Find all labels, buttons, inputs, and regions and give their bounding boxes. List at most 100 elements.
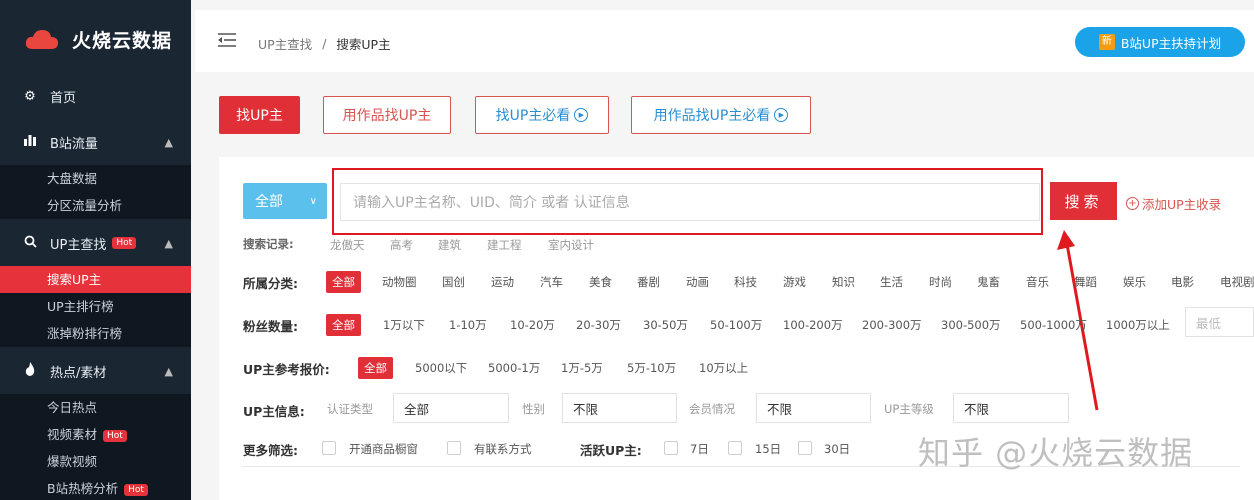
history-item[interactable]: 建工程 xyxy=(487,237,522,253)
select-value: 不限 xyxy=(573,401,599,417)
category-option[interactable]: 动物圈 xyxy=(382,274,417,290)
fans-option[interactable]: 500-1000万 xyxy=(1020,317,1087,333)
app-logo[interactable]: 火烧云数据 xyxy=(0,0,191,78)
category-option[interactable]: 游戏 xyxy=(783,274,806,290)
category-option[interactable]: 生活 xyxy=(880,274,903,290)
gender-select[interactable]: 不限 xyxy=(562,393,677,423)
fans-min-input[interactable]: 最低 xyxy=(1185,307,1254,337)
sidebar-item-home[interactable]: ⚙ 首页 xyxy=(0,76,191,116)
price-option[interactable]: 5万-10万 xyxy=(627,360,676,376)
category-option[interactable]: 全部 xyxy=(326,271,361,293)
category-option[interactable]: 运动 xyxy=(491,274,514,290)
chevron-up-icon: ▲ xyxy=(164,236,173,250)
checkbox-label: 有联系方式 xyxy=(474,442,532,456)
history-item[interactable]: 建筑 xyxy=(438,237,461,253)
hot-badge: Hot xyxy=(112,237,137,249)
active-7d-checkbox[interactable] xyxy=(664,441,678,455)
tab-find-up-by-works[interactable]: 用作品找UP主 xyxy=(323,96,451,134)
category-option[interactable]: 美食 xyxy=(589,274,612,290)
category-option[interactable]: 鬼畜 xyxy=(977,274,1000,290)
fans-option[interactable]: 1-10万 xyxy=(449,317,487,333)
collapse-menu-icon[interactable] xyxy=(218,33,236,50)
history-item[interactable]: 高考 xyxy=(390,237,413,253)
fans-option[interactable]: 20-30万 xyxy=(576,317,621,333)
chevron-up-icon: ▲ xyxy=(164,135,173,149)
category-option[interactable]: 音乐 xyxy=(1026,274,1049,290)
sidebar-item-search-up[interactable]: 搜索UP主 xyxy=(0,266,191,293)
info-field-label: 会员情况 xyxy=(689,402,735,416)
fans-option[interactable]: 300-500万 xyxy=(941,317,1001,333)
category-option[interactable]: 汽车 xyxy=(540,274,563,290)
tab-find-up[interactable]: 找UP主 xyxy=(219,96,300,134)
select-value: 不限 xyxy=(964,401,990,417)
sidebar-submenu-up-search: 搜索UP主 UP主排行榜 涨掉粉排行榜 xyxy=(0,266,191,347)
category-option[interactable]: 舞蹈 xyxy=(1074,274,1097,290)
category-option[interactable]: 科技 xyxy=(734,274,757,290)
history-item[interactable]: 龙傲天 xyxy=(330,237,365,253)
sidebar-group-hotspot[interactable]: 热点/素材 ▲ xyxy=(0,351,191,391)
sidebar-group-up-search[interactable]: UP主查找 Hot ▲ xyxy=(0,223,191,263)
flame-icon xyxy=(22,362,38,380)
sidebar-item-hot-list-analysis[interactable]: B站热榜分析 Hot xyxy=(0,475,191,500)
checkbox-label: 7日 xyxy=(690,442,709,456)
breadcrumb-separator: / xyxy=(322,36,327,51)
fans-option[interactable]: 50-100万 xyxy=(710,317,762,333)
sidebar: 火烧云数据 ⚙ 首页 B站流量 ▲ 大盘数据 分区流量分析 UP主查找 Hot … xyxy=(0,0,191,500)
price-option[interactable]: 10万以上 xyxy=(699,360,748,376)
fans-option[interactable]: 30-50万 xyxy=(643,317,688,333)
tab-label: 用作品找UP主必看 xyxy=(653,108,771,124)
member-select[interactable]: 不限 xyxy=(756,393,871,423)
sidebar-group-label: UP主查找 xyxy=(50,237,107,253)
category-option[interactable]: 动画 xyxy=(686,274,709,290)
window-checkbox[interactable] xyxy=(322,441,336,455)
search-button[interactable]: 搜索 xyxy=(1050,182,1117,220)
fans-option[interactable]: 10-20万 xyxy=(510,317,555,333)
sidebar-item-label: 视频素材 xyxy=(47,427,98,442)
category-option[interactable]: 时尚 xyxy=(929,274,952,290)
sidebar-item-up-ranking[interactable]: UP主排行榜 xyxy=(0,293,191,320)
history-item[interactable]: 室内设计 xyxy=(548,237,594,253)
tab-find-up-by-works-guide[interactable]: 用作品找UP主必看 ▶ xyxy=(631,96,811,134)
category-option[interactable]: 番剧 xyxy=(637,274,660,290)
sidebar-item-video-material[interactable]: 视频素材 Hot xyxy=(0,421,191,448)
fans-option[interactable]: 1万以下 xyxy=(383,317,425,333)
price-option[interactable]: 5000以下 xyxy=(415,360,467,376)
chevron-up-icon: ▲ xyxy=(164,364,173,378)
fans-option[interactable]: 全部 xyxy=(326,314,361,336)
category-option[interactable]: 娱乐 xyxy=(1123,274,1146,290)
sidebar-group-label: B站流量 xyxy=(50,136,98,152)
category-option[interactable]: 国创 xyxy=(442,274,465,290)
category-label: 所属分类: xyxy=(243,276,298,291)
info-field-label: 认证类型 xyxy=(327,402,373,416)
active-15d-checkbox[interactable] xyxy=(728,441,742,455)
fans-option[interactable]: 100-200万 xyxy=(783,317,843,333)
price-option[interactable]: 全部 xyxy=(358,357,393,379)
fans-option[interactable]: 200-300万 xyxy=(862,317,922,333)
contact-checkbox[interactable] xyxy=(447,441,461,455)
price-option[interactable]: 5000-1万 xyxy=(488,360,540,376)
add-up-link[interactable]: + 添加UP主收录 xyxy=(1126,194,1221,213)
sidebar-item-today-hot[interactable]: 今日热点 xyxy=(0,394,191,421)
cert-type-select[interactable]: 全部 xyxy=(393,393,509,423)
add-link-label: 添加UP主收录 xyxy=(1142,197,1222,212)
search-scope-select[interactable]: 全部 ∨ xyxy=(243,183,327,219)
fans-option[interactable]: 1000万以上 xyxy=(1106,317,1170,333)
category-option[interactable]: 知识 xyxy=(832,274,855,290)
tab-find-up-guide[interactable]: 找UP主必看 ▶ xyxy=(475,96,609,134)
fans-label: 粉丝数量: xyxy=(243,319,298,334)
tab-label: 找UP主 xyxy=(236,108,283,124)
sidebar-item-viral-video[interactable]: 爆款视频 xyxy=(0,448,191,475)
sidebar-item-fans-ranking[interactable]: 涨掉粉排行榜 xyxy=(0,320,191,347)
category-option[interactable]: 电影 xyxy=(1171,274,1194,290)
active-30d-checkbox[interactable] xyxy=(798,441,812,455)
sidebar-item-zone-analysis[interactable]: 分区流量分析 xyxy=(0,192,191,219)
category-option[interactable]: 电视剧 xyxy=(1220,274,1254,290)
up-level-select[interactable]: 不限 xyxy=(953,393,1069,423)
breadcrumb-item[interactable]: UP主查找 xyxy=(258,34,312,53)
sidebar-item-market[interactable]: 大盘数据 xyxy=(0,165,191,192)
up-support-plan-button[interactable]: 新 B站UP主扶持计划 xyxy=(1075,27,1245,57)
sidebar-group-traffic[interactable]: B站流量 ▲ xyxy=(0,122,191,162)
price-option[interactable]: 1万-5万 xyxy=(561,360,603,376)
sidebar-item-label: B站热榜分析 xyxy=(47,481,119,496)
sidebar-item-label: 首页 xyxy=(50,90,77,106)
